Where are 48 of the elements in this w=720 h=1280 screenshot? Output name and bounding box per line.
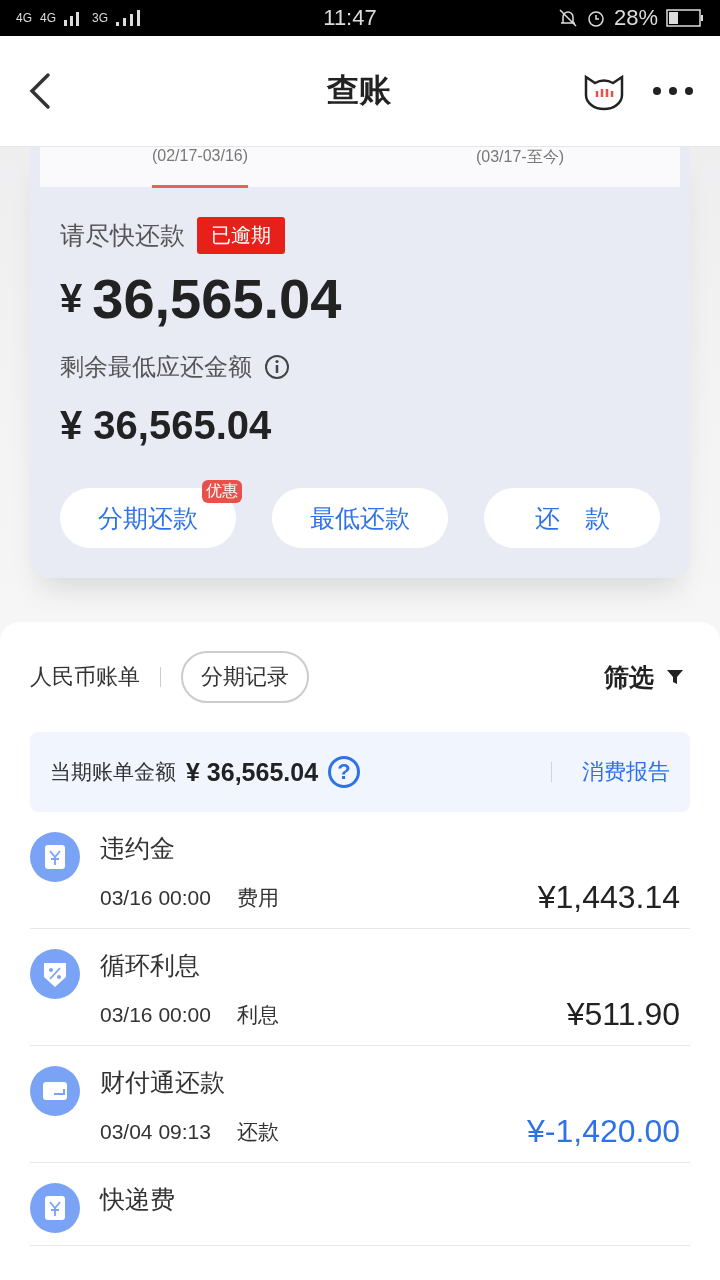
yuan-icon [30,832,80,882]
repay-button[interactable]: 最低还款 [272,488,448,548]
yuan-icon [30,1183,80,1233]
currency-sign: ¥ [60,276,83,321]
transaction-time: 03/04 09:13 [100,1119,211,1144]
total-label: 当期账单金额 [50,759,176,785]
transaction-amount: ¥-1,420.00 [527,1113,680,1150]
transaction-title: 财付通还款 [100,1067,226,1098]
transaction-title: 违约金 [100,833,176,864]
transaction-amount: ¥511.90 [566,996,680,1033]
overdue-badge: 已逾期 [197,217,285,254]
more-icon[interactable] [652,86,694,96]
info-icon[interactable] [264,354,290,380]
due-amount: 36,565.04 [92,266,342,331]
period-tab[interactable]: (02/17-03/16) [151,147,249,188]
period-tab[interactable]: (03/17-至今) [476,147,564,188]
battery-percent: 28% [613,5,658,31]
transaction-type: 费用 [236,884,279,911]
discount-tag: 优惠 [202,480,242,503]
repay-button[interactable]: 还 款 [484,488,660,548]
report-link[interactable]: 消费报告 [582,757,670,787]
filter-label[interactable]: 筛选 [604,660,654,694]
transaction-type: 利息 [236,1001,279,1028]
filter-icon[interactable] [666,668,684,686]
network-label: 4G [40,11,57,25]
total-amount: ¥ 36,565.04 [186,757,319,787]
wallet-icon [30,1066,80,1116]
clock-time: 11:47 [322,5,378,31]
transaction-type: 还款 [236,1118,279,1145]
transaction-time: 03/16 00:00 [100,1002,211,1027]
alarm-icon [585,8,606,28]
transaction-time: 03/16 00:00 [100,885,211,910]
minimum-amount: ¥ 36,565.04 [60,403,272,448]
transaction-title: 快递费 [100,1184,176,1215]
muted-bell-icon [557,8,578,28]
percent-icon [30,949,80,999]
page-title: 查账 [326,71,392,110]
bill-title: 人民币账单 [30,663,140,691]
network-label: 3G [92,11,109,25]
network-label: 4G [16,11,32,25]
help-icon[interactable]: ? [328,756,361,788]
minimum-label: 剩余最低应还金额 [60,352,252,382]
battery-icon [666,8,704,28]
transaction-amount: ¥1,443.14 [537,879,680,916]
installments-button[interactable]: 分期记录 [181,651,309,703]
signal-icon [116,10,143,26]
repay-prompt: 请尽快还款 [60,220,185,251]
transaction-title: 循环利息 [100,950,201,981]
